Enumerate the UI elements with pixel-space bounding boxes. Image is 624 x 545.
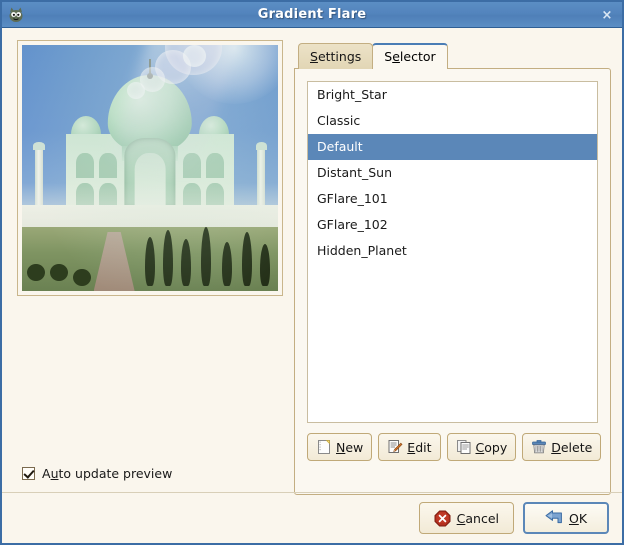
cancel-button-label: Cancel [456, 510, 499, 526]
auto-update-preview-label: Auto update preview [42, 466, 173, 481]
checkbox-box[interactable] [22, 467, 35, 480]
tab-selector[interactable]: Selector [372, 43, 448, 69]
copy-button-label: Copy [475, 439, 508, 455]
new-button[interactable]: New [307, 433, 373, 461]
list-item[interactable]: Hidden_Planet [308, 238, 597, 264]
tab-selector-mnemonic: e [392, 49, 400, 64]
notebook: Settings Selector Bright_Star Classic De… [294, 40, 611, 495]
gradient-flare-preview[interactable] [22, 45, 278, 291]
tab-list: Settings Selector [294, 40, 611, 69]
gradient-flare-dialog: Gradient Flare × Auto update preview Set… [0, 0, 624, 545]
delete-button-label: Delete [551, 439, 593, 455]
window-title: Gradient Flare [257, 7, 367, 22]
new-document-icon [316, 439, 332, 455]
list-item[interactable]: Distant_Sun [308, 160, 597, 186]
cancel-button[interactable]: Cancel [418, 502, 514, 534]
edit-pencil-icon [387, 439, 403, 455]
gradient-flare-list[interactable]: Bright_Star Classic Default Distant_Sun … [307, 81, 598, 423]
new-button-label: New [336, 439, 364, 455]
copy-pages-icon [456, 439, 472, 455]
ok-arrow-icon [545, 510, 563, 526]
ok-button[interactable]: OK [523, 502, 609, 534]
list-item[interactable]: Bright_Star [308, 82, 597, 108]
edit-button-label: Edit [407, 439, 432, 455]
gimp-wilber-icon [7, 6, 25, 24]
preview-frame [17, 40, 283, 296]
delete-button[interactable]: Delete [522, 433, 602, 461]
cancel-octagon-icon [434, 510, 451, 527]
list-item[interactable]: Default [308, 134, 597, 160]
tab-settings-label: ettings [317, 49, 362, 64]
copy-button[interactable]: Copy [446, 433, 517, 461]
edit-button[interactable]: Edit [378, 433, 441, 461]
tab-selector-label: lector [399, 49, 436, 64]
tab-settings-mnemonic: S [310, 49, 318, 64]
tab-settings[interactable]: Settings [298, 43, 374, 69]
selector-button-row: New Edit Copy Delete [307, 433, 602, 461]
list-item[interactable]: GFlare_102 [308, 212, 597, 238]
dialog-action-bar: Cancel OK [2, 492, 622, 543]
list-item[interactable]: GFlare_101 [308, 186, 597, 212]
dialog-content: Auto update preview Settings Selector Br… [2, 29, 622, 543]
ok-button-label: OK [568, 510, 588, 526]
titlebar: Gradient Flare × [2, 2, 622, 28]
auto-update-preview-checkbox[interactable]: Auto update preview [22, 466, 172, 481]
list-item[interactable]: Classic [308, 108, 597, 134]
trash-delete-icon [531, 439, 547, 455]
preview-color-tint [22, 45, 278, 291]
selector-panel: Bright_Star Classic Default Distant_Sun … [294, 68, 611, 495]
close-icon[interactable]: × [598, 6, 616, 24]
